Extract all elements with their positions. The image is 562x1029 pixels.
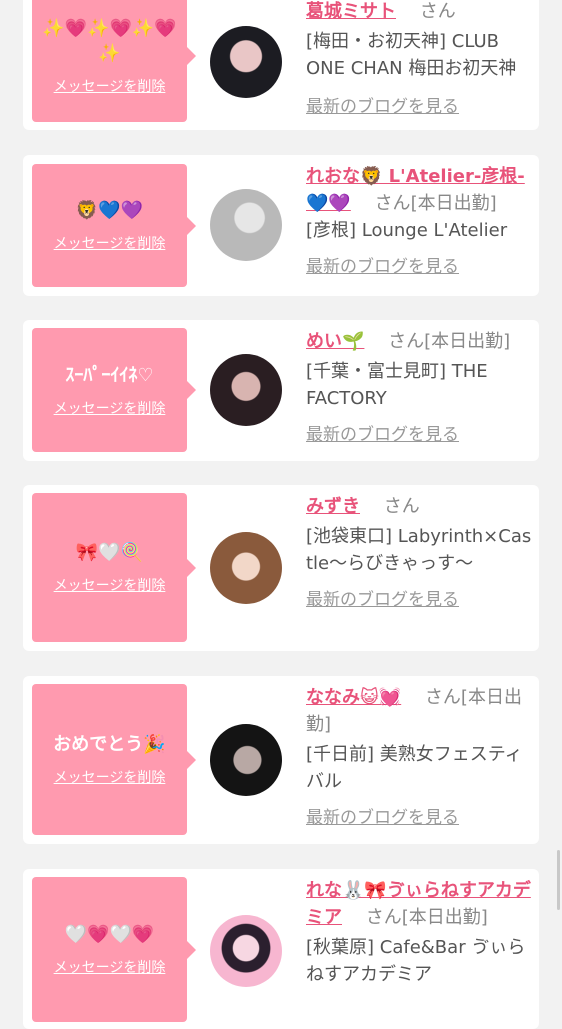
shop-text: [千葉・富士見町] THE FACTORY [306,361,488,409]
message-card: ｽｰﾊﾟｰｲｲﾈ♡ メッセージを削除 めい🌱 さん[本日出勤] [千葉・富士見町… [23,320,539,461]
message-text: おめでとう🎉 [53,734,166,755]
message-bubble: 🎀🤍🍭 メッセージを削除 [32,493,196,642]
avatar[interactable] [210,532,282,604]
avatar[interactable] [210,26,282,98]
avatar[interactable] [210,724,282,796]
delete-message-link[interactable]: メッセージを削除 [54,957,166,977]
message-card: おめでとう🎉 メッセージを削除 ななみ😺💓 さん[本日出勤] [千日前] 美熟女… [23,676,539,844]
avatar[interactable] [210,915,282,987]
avatar[interactable] [210,189,282,261]
honorific: さん [388,331,425,352]
honorific: さん [424,687,461,708]
message-bubble: 🦁💙💜 メッセージを削除 [32,164,196,287]
card-info: れな🐰🎀ゔぃらねすアカデミア さん[本日出勤] [秋葉原] Cafe&Bar ゔ… [306,877,532,988]
card-info: めい🌱 さん[本日出勤] [千葉・富士見町] THE FACTORY 最新のブロ… [306,328,532,449]
latest-blog-link[interactable]: 最新のブログを見る [306,254,532,281]
message-bubble: ｽｰﾊﾟｰｲｲﾈ♡ メッセージを削除 [32,328,196,452]
honorific: さん [383,496,420,517]
honorific: さん [365,907,402,928]
avatar[interactable] [210,354,282,426]
scrollbar[interactable] [557,850,560,910]
latest-blog-link[interactable]: 最新のブログを見る [306,94,532,121]
girl-name-link[interactable]: ななみ😺💓 [306,687,401,708]
message-card: ✨💗✨💗✨💗✨ メッセージを削除 葛城ミサト さん [梅田・お初天神] CLUB… [23,0,539,130]
message-card: 🦁💙💜 メッセージを削除 れおな🦁 L'Atelier-彦根-💙💜 さん[本日出… [23,155,539,296]
message-text: 🦁💙💜 [75,200,144,221]
card-info: れおな🦁 L'Atelier-彦根-💙💜 さん[本日出勤] [彦根] Loung… [306,163,532,281]
delete-message-link[interactable]: メッセージを削除 [54,76,166,96]
delete-message-link[interactable]: メッセージを削除 [54,233,166,253]
delete-message-link[interactable]: メッセージを削除 [54,398,166,418]
delete-message-link[interactable]: メッセージを削除 [54,575,166,595]
status-text: [本日出勤] [410,193,497,214]
message-bubble: おめでとう🎉 メッセージを削除 [32,684,196,835]
status-text: [本日出勤] [401,907,488,928]
card-info: ななみ😺💓 さん[本日出勤] [千日前] 美熟女フェスティバル 最新のブログを見… [306,684,532,832]
message-text: ｽｰﾊﾟｰｲｲﾈ♡ [65,364,154,386]
shop-text: [千日前] 美熟女フェスティバル [306,744,523,792]
message-text: ✨💗✨💗✨💗✨ [42,18,177,64]
message-bubble: ✨💗✨💗✨💗✨ メッセージを削除 [32,0,196,122]
message-card: 🤍💗🤍💗 メッセージを削除 れな🐰🎀ゔぃらねすアカデミア さん[本日出勤] [秋… [23,869,539,1029]
honorific: さん [374,193,411,214]
shop-text: [彦根] Lounge L'Atelier [306,220,508,241]
status-text: [本日出勤] [424,331,511,352]
card-info: みずき さん [池袋東口] Labyrinth×Castle〜らびきゃっす〜 最… [306,493,532,614]
message-text: 🤍💗🤍💗 [64,924,155,945]
honorific: さん [419,1,456,22]
message-card: 🎀🤍🍭 メッセージを削除 みずき さん [池袋東口] Labyrinth×Cas… [23,485,539,651]
message-bubble: 🤍💗🤍💗 メッセージを削除 [32,877,196,1022]
card-info: 葛城ミサト さん [梅田・お初天神] CLUB ONE CHAN 梅田お初天神 … [306,0,532,121]
girl-name-link[interactable]: みずき [306,496,360,517]
girl-name-link[interactable]: めい🌱 [306,331,364,352]
shop-text: [池袋東口] Labyrinth×Castle〜らびきゃっす〜 [306,526,532,574]
latest-blog-link[interactable]: 最新のブログを見る [306,805,532,832]
girl-name-link[interactable]: 葛城ミサト [306,1,396,22]
latest-blog-link[interactable]: 最新のブログを見る [306,587,532,614]
shop-text: [梅田・お初天神] CLUB ONE CHAN 梅田お初天神 [306,31,517,79]
shop-text: [秋葉原] Cafe&Bar ゔぃらねすアカデミア [306,937,526,985]
delete-message-link[interactable]: メッセージを削除 [54,767,166,787]
latest-blog-link[interactable]: 最新のブログを見る [306,422,532,449]
message-text: 🎀🤍🍭 [75,542,144,563]
